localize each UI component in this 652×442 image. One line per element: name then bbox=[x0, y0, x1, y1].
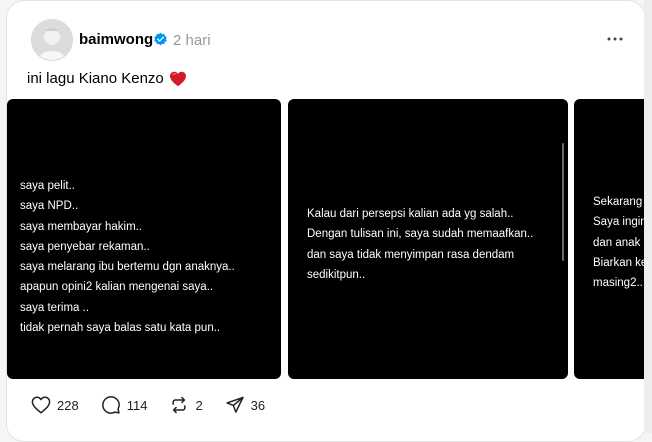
slide-line: saya NPD.. bbox=[20, 200, 79, 213]
slide-scrollbar[interactable] bbox=[562, 143, 564, 261]
heart-icon bbox=[31, 396, 51, 414]
slide-line: saya melarang ibu bertemu dgn anaknya.. bbox=[20, 261, 235, 274]
slide-line: dan saya tidak menyimpan rasa dendam bbox=[307, 248, 515, 261]
more-options-icon[interactable] bbox=[601, 25, 629, 53]
post-time[interactable]: 2 hari bbox=[173, 32, 211, 49]
slide-line: Dengan tulisan ini, saya sudah memaafkan… bbox=[307, 228, 534, 241]
repost-count: 2 bbox=[195, 397, 203, 413]
repost-icon bbox=[172, 396, 187, 414]
comment-icon bbox=[101, 396, 120, 414]
slide-line: sedikitpun.. bbox=[307, 268, 366, 281]
slide-line: tidak pernah saya balas satu kata pun.. bbox=[20, 322, 221, 335]
page-scrollbar[interactable] bbox=[644, 0, 652, 433]
slide-line: Sekarang bbox=[593, 196, 643, 208]
slide-line: masing2.. bbox=[593, 277, 643, 290]
heart-red-icon bbox=[169, 71, 186, 86]
carousel-slide-3[interactable]: Sekarang Saya ingin dan anak Biarkan ke … bbox=[574, 99, 645, 379]
share-button[interactable]: 36 bbox=[225, 395, 265, 415]
like-button[interactable]: 228 bbox=[31, 396, 79, 414]
slide-2-text: Kalau dari persepsi kalian ada yg salah.… bbox=[307, 204, 533, 285]
slide-line: saya terima .. bbox=[20, 301, 90, 314]
verified-badge-icon bbox=[154, 32, 167, 46]
slide-1-text: saya pelit.. saya NPD.. saya membayar ha… bbox=[20, 176, 235, 338]
slide-line: apapun opini2 kalian mengenai saya.. bbox=[20, 281, 214, 294]
slide-line: Saya ingin bbox=[593, 216, 645, 229]
carousel-slide-1[interactable]: saya pelit.. saya NPD.. saya membayar ha… bbox=[7, 99, 281, 379]
slide-line: saya pelit.. bbox=[20, 180, 75, 192]
slide-line: saya penyebar rekaman.. bbox=[20, 240, 150, 253]
like-count: 228 bbox=[57, 397, 79, 413]
slide-line: Kalau dari persepsi kalian ada yg salah.… bbox=[307, 208, 514, 220]
slide-3-text: Sekarang Saya ingin dan anak Biarkan ke … bbox=[593, 192, 645, 293]
reply-count: 114 bbox=[126, 397, 148, 413]
post-card: baimwong 2 hari ini lagu Kiano Kenzo say… bbox=[6, 0, 646, 442]
share-count: 36 bbox=[250, 397, 266, 413]
carousel-slide-2[interactable]: Kalau dari persepsi kalian ada yg salah.… bbox=[288, 99, 568, 379]
slide-line: Biarkan ke bbox=[593, 256, 645, 269]
repost-button[interactable]: 2 bbox=[169, 395, 203, 415]
avatar[interactable] bbox=[31, 19, 73, 61]
post-actions: 228 114 2 36 bbox=[31, 395, 287, 415]
caption-text: ini lagu Kiano Kenzo bbox=[27, 70, 164, 87]
username[interactable]: baimwong bbox=[79, 31, 153, 48]
post-caption: ini lagu Kiano Kenzo bbox=[27, 70, 187, 87]
slide-line: saya membayar hakim.. bbox=[20, 220, 143, 233]
media-carousel[interactable]: saya pelit.. saya NPD.. saya membayar ha… bbox=[7, 99, 645, 379]
send-icon bbox=[226, 396, 244, 413]
slide-line: dan anak bbox=[593, 236, 641, 249]
reply-button[interactable]: 114 bbox=[101, 395, 148, 415]
